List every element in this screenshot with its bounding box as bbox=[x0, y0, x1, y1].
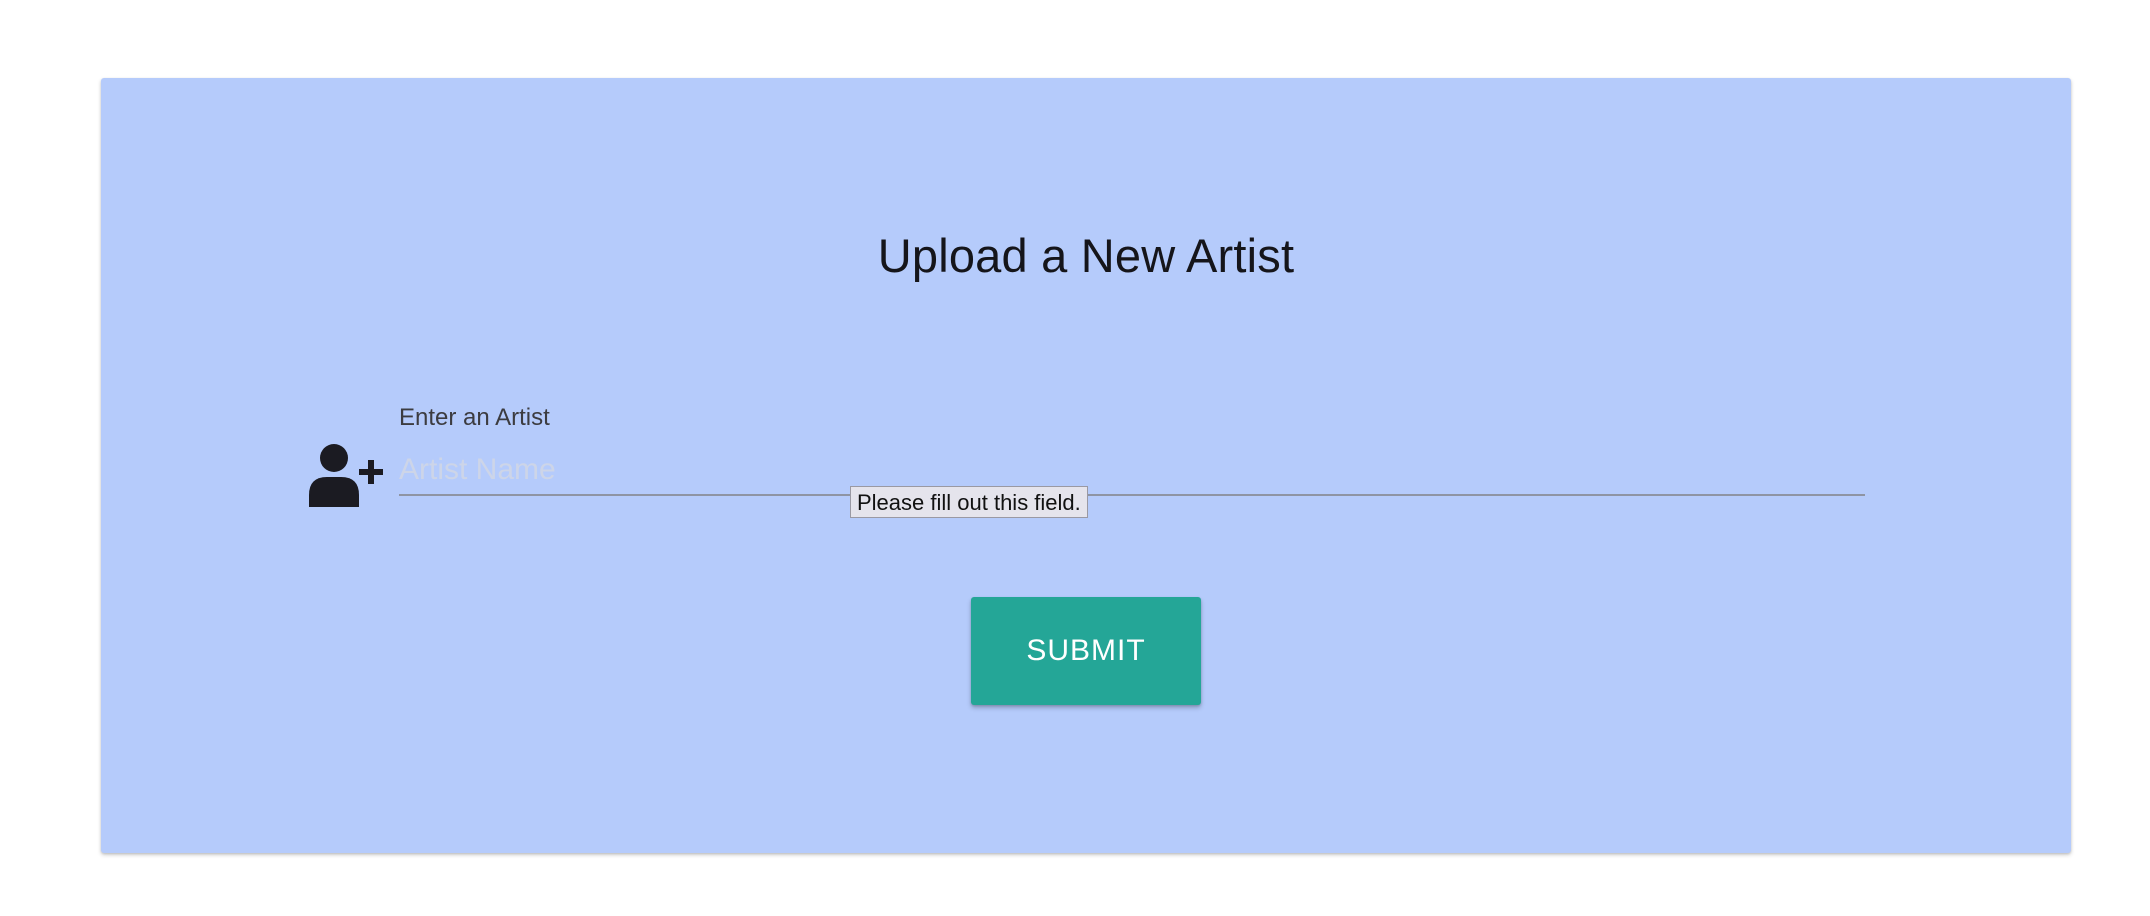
add-user-icon bbox=[309, 444, 383, 507]
artist-name-input[interactable] bbox=[399, 446, 1865, 496]
page-title: Upload a New Artist bbox=[877, 229, 1295, 282]
upload-artist-card: Upload a New Artist Enter an Artist Plea… bbox=[101, 78, 2071, 853]
validation-tooltip: Please fill out this field. bbox=[850, 486, 1088, 518]
artist-field-label: Enter an Artist bbox=[399, 404, 550, 431]
submit-button[interactable]: SUBMIT bbox=[971, 597, 1201, 705]
